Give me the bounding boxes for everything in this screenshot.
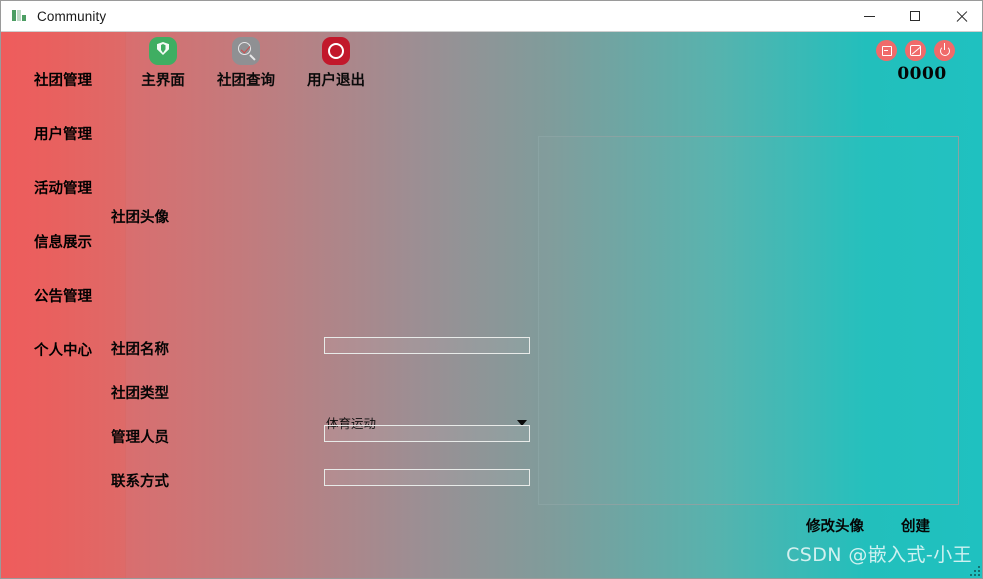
toolbar-button-label: 主界面	[141, 72, 185, 89]
sidebar-item-activity-management[interactable]: 活动管理	[1, 177, 125, 198]
toolbar-button-club-query[interactable]: 社团查询	[204, 37, 288, 90]
sidebar-item-label: 用户管理	[34, 126, 92, 143]
power-icon[interactable]	[934, 40, 955, 61]
sidebar-item-label: 个人中心	[34, 342, 92, 359]
shield-icon	[149, 37, 177, 65]
avatar-preview-panel[interactable]	[538, 136, 959, 505]
resize-grip[interactable]	[970, 566, 981, 576]
club-manager-input[interactable]	[324, 425, 530, 442]
title-bar: Community	[1, 1, 982, 32]
search-icon	[232, 37, 260, 65]
sidebar-item-label: 社团管理	[34, 72, 92, 89]
toolbar-button-label: 用户退出	[307, 72, 365, 89]
label-club-manager: 管理人员	[111, 429, 169, 446]
sidebar-item-announcement-management[interactable]: 公告管理	[1, 285, 125, 306]
corner-control-group: 0000	[876, 40, 968, 84]
record-icon	[322, 37, 350, 65]
main-content: 社团管理 用户管理 活动管理 信息展示 公告管理 个人中心 主界面 社团查询 用…	[1, 32, 982, 578]
watermark: CSDN @嵌入式-小王	[786, 544, 972, 566]
sidebar-item-user-management[interactable]: 用户管理	[1, 123, 125, 144]
sidebar-item-label: 活动管理	[34, 180, 92, 197]
change-avatar-button[interactable]: 修改头像	[806, 515, 864, 536]
club-contact-input[interactable]	[324, 469, 530, 486]
create-button[interactable]: 创建	[901, 515, 930, 536]
minimize-icon[interactable]	[846, 1, 892, 31]
corner-buttons	[876, 40, 968, 61]
window-title: Community	[37, 8, 107, 24]
counter-display: 0000	[897, 64, 947, 84]
close-icon[interactable]	[938, 1, 982, 31]
sidebar-item-personal-center[interactable]: 个人中心	[1, 339, 125, 360]
toolbar-button-label: 社团查询	[217, 72, 275, 89]
toolbar-button-main-screen[interactable]: 主界面	[121, 37, 205, 90]
toolbar-button-user-logout[interactable]: 用户退出	[294, 37, 378, 90]
sidebar-item-label: 信息展示	[34, 234, 92, 251]
window-controls	[846, 1, 982, 31]
label-club-name: 社团名称	[111, 341, 169, 358]
app-block-icon	[12, 9, 28, 23]
label-club-avatar: 社团头像	[111, 209, 169, 226]
club-name-input[interactable]	[324, 337, 530, 354]
label-club-type: 社团类型	[111, 385, 169, 402]
label-club-contact: 联系方式	[111, 473, 169, 490]
sidebar: 社团管理 用户管理 活动管理 信息展示 公告管理 个人中心	[1, 32, 126, 578]
sidebar-item-club-management[interactable]: 社团管理	[1, 69, 125, 90]
window-restore-icon[interactable]	[905, 40, 926, 61]
sidebar-item-information-display[interactable]: 信息展示	[1, 231, 125, 252]
application-window: Community 社团管理 用户管理 活动管理 信息展示 公告管理 个人中心 …	[0, 0, 983, 579]
maximize-icon[interactable]	[892, 1, 938, 31]
sidebar-item-label: 公告管理	[34, 288, 92, 305]
window-minimize-icon[interactable]	[876, 40, 897, 61]
